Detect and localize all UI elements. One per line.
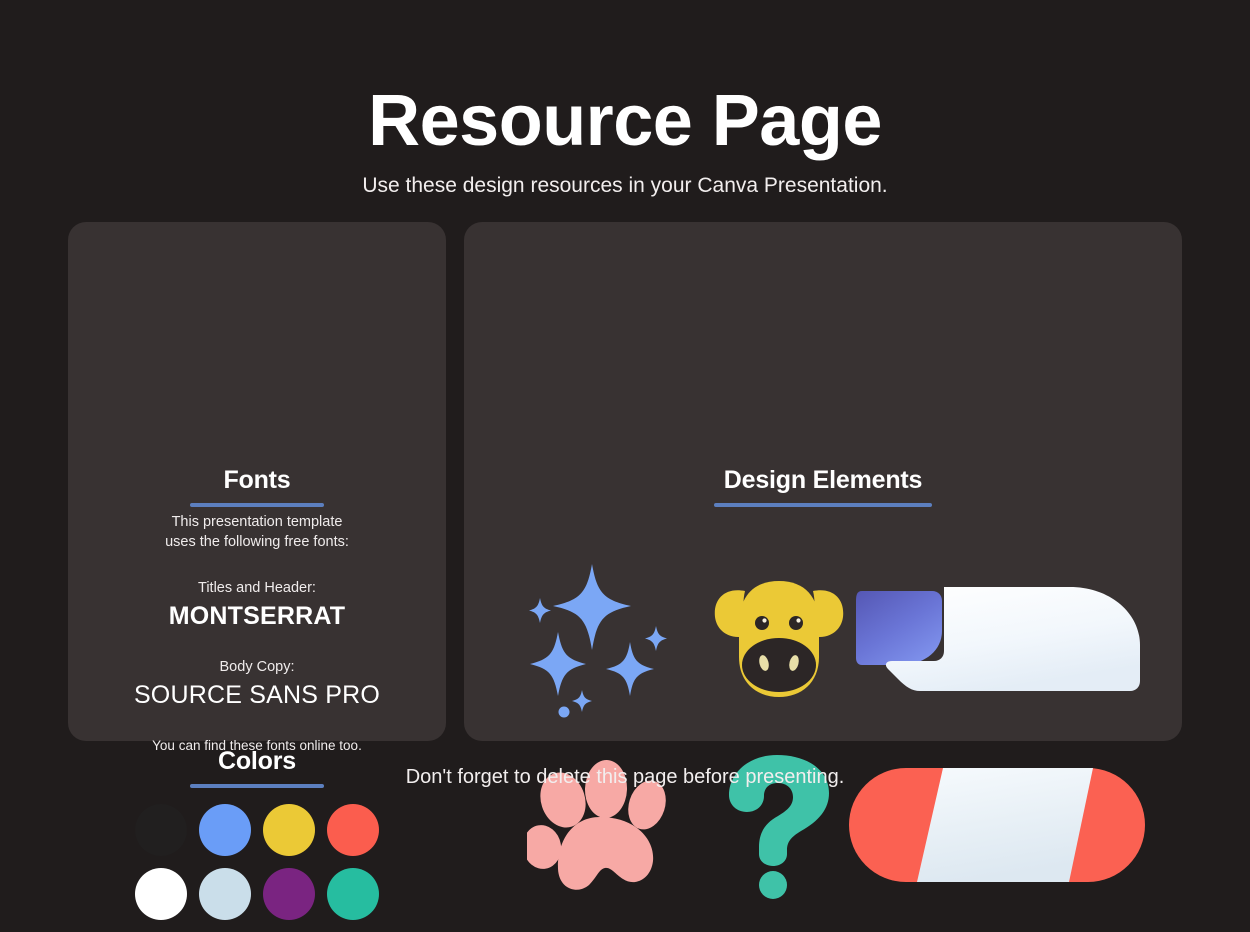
- design-heading: Design Elements: [723, 466, 923, 494]
- body-font-label: Body Copy:: [219, 659, 295, 675]
- fonts-intro-line-1: This presentation template: [171, 514, 343, 530]
- fonts-heading-rule: [190, 503, 324, 507]
- swatch-teal-green[interactable]: [327, 868, 379, 920]
- fonts-intro-line-2: uses the following free fonts:: [165, 534, 349, 550]
- fonts-panel: Fonts This presentation template uses th…: [68, 222, 446, 920]
- slide-canvas: Resource Page Use these design resources…: [0, 0, 1250, 920]
- footer-note: Don't forget to delete this page before …: [405, 766, 845, 788]
- swatch-dark-charcoal[interactable]: [135, 804, 187, 856]
- swatch-coral-red[interactable]: [327, 804, 379, 856]
- swatch-cornflower-blue[interactable]: [199, 804, 251, 856]
- design-heading-rule: [714, 503, 932, 507]
- design-elements-area: [464, 532, 1182, 932]
- swatch-purple[interactable]: [263, 868, 315, 920]
- color-swatch-grid: [68, 804, 446, 920]
- page-subtitle: Use these design resources in your Canva…: [362, 174, 888, 197]
- fonts-heading: Fonts: [223, 466, 291, 494]
- title-font-label: Titles and Header:: [198, 580, 316, 596]
- fonts-heading-group: Fonts: [68, 466, 446, 507]
- design-heading-group: Design Elements: [464, 466, 1182, 507]
- swatch-white[interactable]: [135, 868, 187, 920]
- swatch-golden-yellow[interactable]: [263, 804, 315, 856]
- blue-white-blob-shape[interactable]: [842, 544, 1162, 729]
- design-elements-panel: Design Elements: [464, 222, 1182, 899]
- red-capsule-shape[interactable]: [832, 732, 1162, 917]
- page-title: Resource Page: [368, 81, 882, 161]
- fonts-body: This presentation template uses the foll…: [68, 512, 446, 753]
- title-font-name: MONTSERRAT: [168, 602, 346, 630]
- body-font-name: SOURCE SANS PRO: [133, 681, 381, 709]
- swatch-pale-blue[interactable]: [199, 868, 251, 920]
